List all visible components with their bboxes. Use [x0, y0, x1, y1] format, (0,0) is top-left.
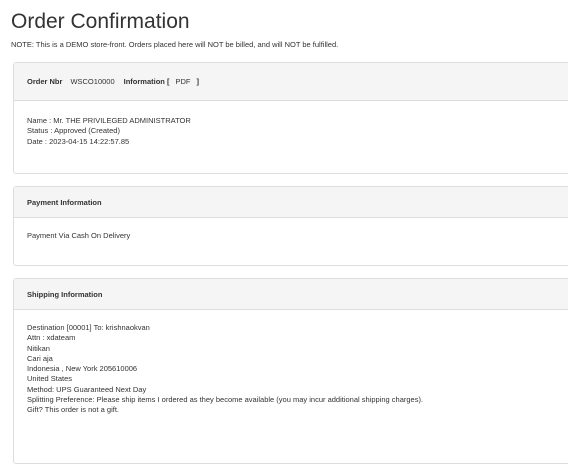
shipping-address-line-1: Nitikan [27, 343, 50, 353]
pdf-link[interactable]: PDF [175, 77, 190, 86]
shipping-panel-heading: Shipping Information [14, 279, 568, 310]
order-nbr-value: WSCO10000 [70, 77, 115, 86]
payment-panel-heading: Payment Information [14, 187, 568, 218]
information-bracket-close: ] [196, 77, 199, 86]
shipping-method: Method: UPS Guaranteed Next Day [27, 384, 147, 394]
payment-panel: Payment Information Payment Via Cash On … [13, 186, 568, 266]
order-nbr-label: Order Nbr [27, 77, 63, 86]
shipping-attn: Attn : xdateam [27, 333, 76, 343]
shipping-country: United States [27, 374, 73, 384]
order-date: Date : 2023-04-15 14:22:57.85 [27, 136, 130, 146]
shipping-city-state-zip: Indonesia , New York 205610006 [27, 364, 138, 374]
shipping-heading-text: Shipping Information [27, 289, 103, 299]
splitting-preference: Splitting Preference: Please ship items … [27, 395, 424, 405]
gift-status: Gift? This order is not a gift. [27, 405, 119, 415]
payment-panel-body: Payment Via Cash On Delivery [14, 218, 568, 241]
order-panel-heading: Order Nbr WSCO10000 Information [ PDF ] [14, 63, 568, 101]
shipping-address-line-2: Cari aja [27, 353, 53, 363]
customer-name: Name : Mr. THE PRIVILEGED ADMINISTRATOR [27, 116, 191, 125]
information-label: Information [ [123, 77, 170, 86]
order-status: Status : Approved (Created) [27, 126, 120, 136]
order-panel: Order Nbr WSCO10000 Information [ PDF ] … [13, 62, 568, 174]
shipping-panel: Shipping Information Destination [00001]… [13, 278, 568, 464]
demo-note: NOTE: This is a DEMO store-front. Orders… [11, 40, 339, 49]
page-title: Order Confirmation [11, 10, 190, 33]
shipping-panel-body: Destination [00001] To: krishnaokvan Att… [14, 310, 568, 416]
shipping-destination: Destination [00001] To: krishnaokvan [27, 323, 150, 332]
order-confirmation-page: Order Confirmation NOTE: This is a DEMO … [0, 0, 568, 468]
payment-heading-text: Payment Information [27, 197, 102, 207]
order-panel-body: Name : Mr. THE PRIVILEGED ADMINISTRATOR … [14, 101, 568, 147]
payment-method: Payment Via Cash On Delivery [27, 231, 131, 240]
